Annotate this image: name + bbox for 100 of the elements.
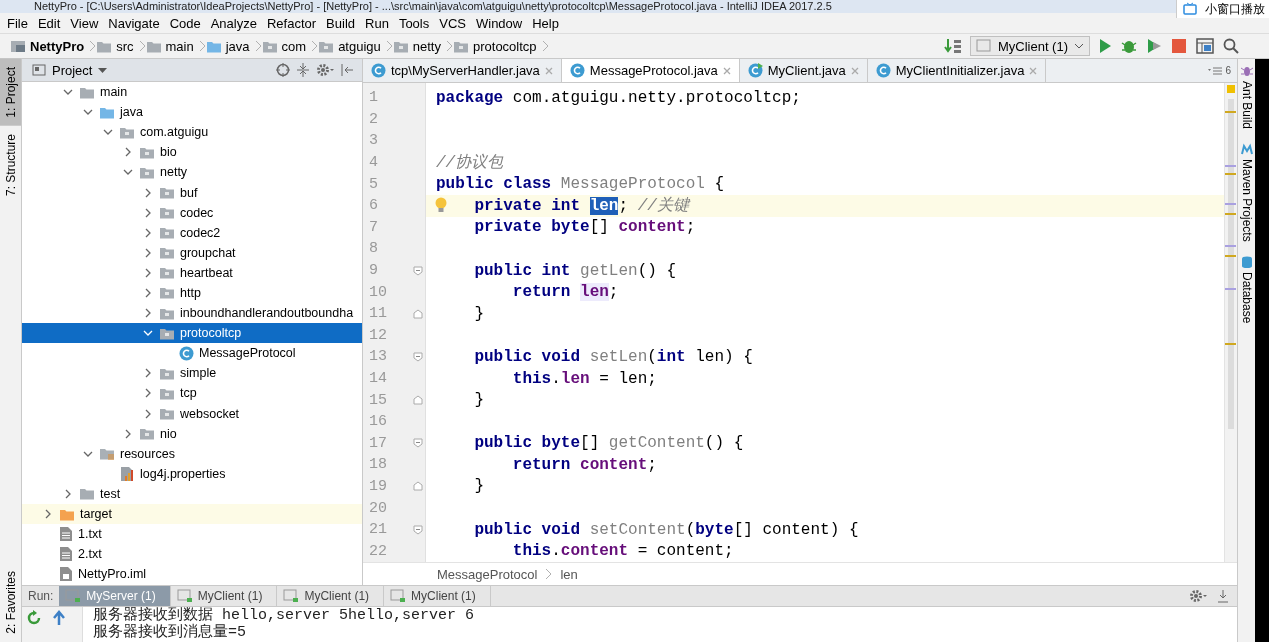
coverage-icon[interactable] — [1146, 38, 1162, 54]
run-tab[interactable]: MyClient (1) — [384, 586, 491, 606]
menu-item[interactable]: Window — [470, 15, 528, 31]
tree-item[interactable]: com.atguigu — [22, 122, 362, 143]
collapse-icon[interactable] — [296, 63, 310, 77]
close-icon[interactable] — [722, 66, 731, 75]
caret-icon[interactable] — [98, 67, 108, 73]
tree-item[interactable]: 1.txt — [22, 524, 362, 545]
tree-item[interactable]: 2.txt — [22, 544, 362, 565]
tree-item[interactable]: target — [22, 503, 362, 525]
breadcrumb-item[interactable]: len — [560, 566, 578, 582]
breadcrumb-item[interactable]: com — [261, 38, 307, 54]
tree-item[interactable]: websocket — [22, 403, 362, 424]
tab-overflow-button[interactable]: 6 — [1208, 59, 1237, 82]
menu-item[interactable]: Run — [360, 15, 394, 31]
settings-icon[interactable] — [1189, 589, 1207, 603]
tree-item[interactable]: netty — [22, 162, 362, 183]
folder-icon — [79, 85, 95, 99]
menu-item[interactable]: Edit — [32, 15, 66, 31]
maven-icon — [1240, 143, 1253, 156]
editor-tab[interactable]: tcp\MyServerHandler.java — [363, 59, 562, 82]
editor-tab[interactable]: MyClientInitializer.java — [867, 59, 1047, 82]
breadcrumb-item[interactable]: MessageProtocol — [437, 566, 538, 582]
tree-item[interactable]: heartbeat — [22, 262, 362, 283]
rerun-icon[interactable] — [26, 610, 42, 626]
menu-item[interactable]: Tools — [393, 15, 435, 31]
tree-item[interactable]: http — [22, 282, 362, 304]
tree-item[interactable]: groupchat — [22, 242, 362, 263]
menu-item[interactable]: VCS — [434, 15, 471, 31]
breadcrumb-item[interactable]: atguigu — [318, 38, 381, 54]
fold-icon[interactable] — [413, 351, 423, 362]
tree-item[interactable]: codec — [22, 202, 362, 223]
up-arrow-icon[interactable] — [52, 610, 66, 626]
tree-item[interactable]: log4j.properties — [22, 463, 362, 484]
tool-window-tab[interactable]: Maven Projects — [1239, 143, 1254, 242]
search-icon[interactable] — [1223, 38, 1239, 54]
tool-window-tab[interactable]: 7: Structure — [0, 125, 21, 204]
tool-window-tab[interactable]: Ant Build — [1239, 65, 1254, 130]
tree-item[interactable]: resources — [22, 443, 362, 464]
close-icon[interactable] — [850, 66, 859, 75]
locate-icon[interactable] — [276, 63, 290, 77]
stop-icon[interactable] — [1171, 38, 1187, 54]
run-tab[interactable]: MyClient (1) — [170, 586, 278, 606]
settings-icon[interactable] — [316, 63, 334, 77]
menu-item[interactable]: Analyze — [205, 15, 262, 31]
tool-window-tab[interactable]: 1: Project — [0, 59, 21, 126]
fold-end-icon[interactable] — [413, 308, 423, 319]
chevron-down-icon — [123, 169, 133, 176]
bug-icon[interactable] — [1121, 38, 1137, 54]
line-number: 3 — [369, 132, 378, 150]
menu-item[interactable]: Refactor — [261, 15, 322, 31]
tree-item[interactable]: inboundhandlerandoutboundha — [22, 303, 362, 324]
tree-item[interactable]: codec2 — [22, 222, 362, 243]
tree-item[interactable]: NettyPro.iml — [22, 564, 362, 585]
tree-item[interactable]: java — [22, 102, 362, 123]
tree-item[interactable]: buf — [22, 182, 362, 203]
tree-item[interactable]: protocoltcp — [22, 323, 362, 344]
tree-item[interactable]: MessageProtocol — [22, 343, 362, 364]
menu-item[interactable]: Navigate — [103, 15, 165, 31]
fold-icon[interactable] — [413, 524, 423, 535]
tree-item[interactable]: bio — [22, 142, 362, 163]
fold-icon[interactable] — [413, 438, 423, 449]
fold-end-icon[interactable] — [413, 481, 423, 492]
menu-item[interactable]: Build — [321, 15, 360, 31]
tree-item[interactable]: main — [22, 82, 362, 103]
menu-item[interactable]: Help — [527, 15, 564, 31]
tree-item[interactable]: tcp — [22, 383, 362, 404]
panel-icon — [32, 63, 46, 77]
tree-item[interactable]: nio — [22, 423, 362, 444]
breadcrumb-item[interactable]: main — [145, 38, 194, 54]
run-tab[interactable]: MyClient (1) — [277, 586, 385, 606]
close-icon[interactable] — [1029, 66, 1038, 75]
menu-item[interactable]: File — [2, 15, 33, 31]
menu-item[interactable]: View — [65, 15, 104, 31]
tree-item[interactable]: test — [22, 483, 362, 504]
editor-tab[interactable]: MyClient.java — [739, 59, 868, 82]
tool-window-tab[interactable]: 2: Favorites — [0, 563, 21, 642]
breadcrumb-item[interactable]: protocoltcp — [453, 38, 537, 54]
tool-window-tab[interactable]: Database — [1239, 255, 1254, 324]
lightbulb-icon[interactable] — [434, 196, 448, 214]
fold-icon[interactable] — [413, 265, 423, 276]
breadcrumb-item[interactable]: NettyPro — [10, 38, 85, 54]
run-icon[interactable] — [1098, 38, 1112, 54]
project-structure-icon[interactable] — [1196, 38, 1214, 54]
chevron-right-icon — [125, 428, 131, 439]
code-line: return len; — [511, 283, 619, 302]
menu-item[interactable]: Code — [164, 15, 206, 31]
breadcrumb-item[interactable]: src — [96, 38, 134, 54]
close-icon[interactable] — [544, 66, 553, 75]
sort-icon[interactable] — [943, 38, 962, 54]
breadcrumb-item[interactable]: netty — [392, 38, 441, 54]
editor-tab[interactable]: MessageProtocol.java — [561, 59, 740, 82]
run-config-dropdown[interactable]: MyClient (1) — [969, 36, 1090, 56]
line-number: 4 — [369, 154, 378, 172]
code-line: private byte[] content; — [473, 218, 696, 237]
chevron-right-icon — [125, 147, 131, 158]
folder-icon — [159, 326, 175, 340]
breadcrumb-item[interactable]: java — [205, 38, 250, 54]
tree-item[interactable]: simple — [22, 363, 362, 384]
fold-end-icon[interactable] — [413, 395, 423, 406]
